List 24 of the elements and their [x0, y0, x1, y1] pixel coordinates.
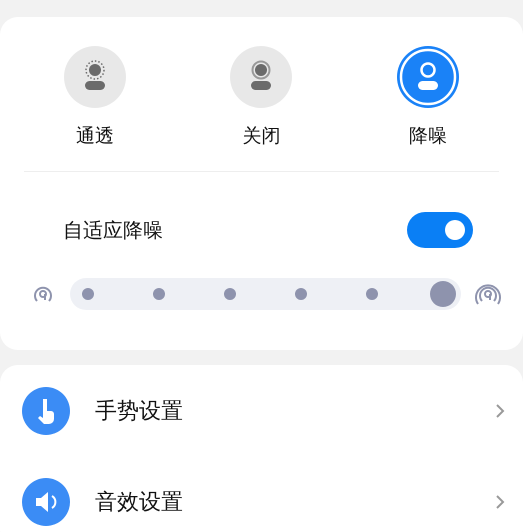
toggle-switch[interactable] — [407, 212, 473, 248]
mode-option[interactable]: 关闭 — [178, 45, 345, 149]
mode-label: 通透 — [76, 124, 114, 149]
person-icon — [229, 45, 294, 109]
mode-label: 关闭 — [242, 124, 280, 149]
slider-dot — [295, 288, 307, 300]
settings-row[interactable]: 手势设置 — [0, 365, 523, 456]
slider-dot — [153, 288, 165, 300]
pointing-hand-icon — [22, 386, 70, 434]
settings-label: 音效设置 — [95, 488, 184, 516]
person-in-circle-icon — [396, 45, 460, 109]
slider-track[interactable] — [70, 278, 461, 310]
mode-option[interactable]: 通透 — [12, 45, 178, 149]
slider-dot — [366, 288, 378, 300]
slider-dot — [82, 288, 94, 300]
slider-thumb[interactable] — [430, 281, 456, 307]
mode-label: 降噪 — [408, 124, 447, 149]
setting-label: 自适应降噪 — [63, 216, 163, 244]
mode-option[interactable]: 降噪 — [344, 45, 511, 149]
person-icon — [63, 45, 128, 109]
speaker-icon — [22, 478, 70, 526]
slider-dot — [224, 288, 236, 300]
settings-row[interactable]: 音效设置 — [0, 456, 523, 532]
settings-label: 手势设置 — [95, 398, 184, 426]
